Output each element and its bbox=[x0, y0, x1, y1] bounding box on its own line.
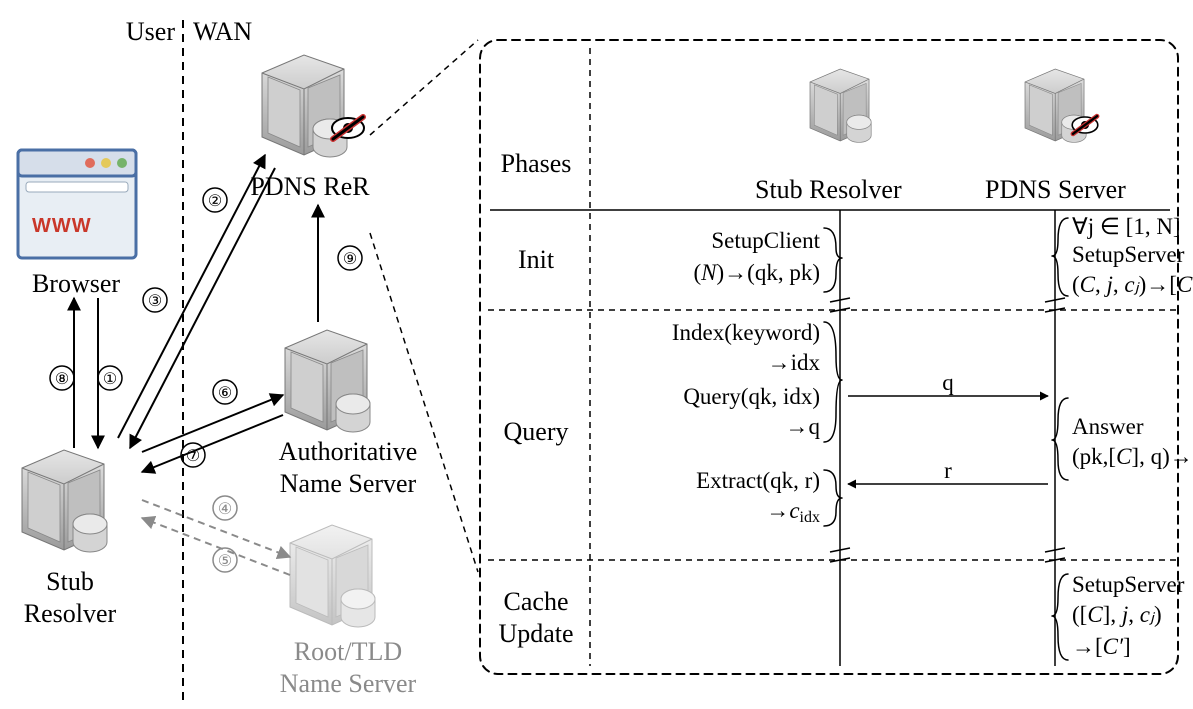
zoom-line-bottom bbox=[370, 233, 478, 572]
ans-l2: (pk,[C], q)→r bbox=[1072, 444, 1193, 469]
q5: Extract(qk, r) bbox=[696, 468, 820, 493]
cache-l1: SetupServer bbox=[1072, 572, 1185, 597]
q2: →idx bbox=[768, 350, 821, 375]
step-4: ④ bbox=[218, 501, 232, 518]
root-label1: Root/TLD bbox=[294, 637, 402, 666]
ans-l1: Answer bbox=[1072, 414, 1144, 439]
hdr-stub-icon bbox=[810, 69, 871, 142]
auth-server-icon bbox=[285, 330, 370, 432]
label-r: r bbox=[944, 458, 952, 483]
arrow-5 bbox=[142, 518, 290, 575]
region-wan-label: WAN bbox=[193, 17, 252, 46]
root-server-icon bbox=[290, 525, 375, 627]
step-3: ③ bbox=[148, 293, 162, 310]
phase-cache1: Cache bbox=[504, 587, 569, 616]
init-server-l0: ∀j ∈ [1, N] bbox=[1072, 214, 1181, 239]
phase-cache2: Update bbox=[498, 619, 573, 648]
hdr-pdns-eye-icon bbox=[1072, 116, 1098, 134]
root-label2: Name Server bbox=[280, 669, 417, 698]
zoom-line-top bbox=[370, 40, 478, 135]
hdr-pdns: PDNS Server bbox=[985, 175, 1126, 204]
region-user-label: User bbox=[126, 17, 175, 46]
label-q: q bbox=[942, 370, 954, 395]
init-client-l1: SetupClient bbox=[711, 228, 820, 253]
step-8: ⑧ bbox=[55, 371, 69, 388]
browser-www: WWW bbox=[32, 215, 92, 237]
step-7: ⑦ bbox=[186, 448, 200, 465]
stub-resolver-icon bbox=[22, 450, 107, 552]
cache-l3: →[C′] bbox=[1072, 634, 1131, 659]
step-5: ⑤ bbox=[218, 553, 232, 570]
cache-l2: ([C], j, cⱼ) bbox=[1072, 602, 1162, 627]
step-6: ⑥ bbox=[218, 385, 232, 402]
q4: →q bbox=[786, 414, 821, 439]
browser-node: WWW bbox=[18, 150, 136, 258]
phase-query: Query bbox=[504, 417, 569, 446]
browser-label: Browser bbox=[32, 269, 120, 298]
pdns-label: PDNS ReR bbox=[250, 172, 370, 201]
auth-label2: Name Server bbox=[280, 469, 417, 498]
init-server-l1: SetupServer bbox=[1072, 242, 1185, 267]
stub-label1: Stub bbox=[46, 567, 94, 596]
arrow-4 bbox=[142, 500, 290, 557]
step-9: ⑨ bbox=[343, 251, 357, 268]
hdr-phases: Phases bbox=[501, 149, 572, 178]
hdr-stub: Stub Resolver bbox=[755, 175, 902, 204]
q1: Index(keyword) bbox=[672, 320, 820, 345]
init-server-l2: (C, j, cⱼ)→[C′] bbox=[1072, 272, 1193, 297]
auth-label1: Authoritative bbox=[279, 437, 418, 466]
q3: Query(qk, idx) bbox=[683, 384, 820, 409]
step-1: ① bbox=[103, 371, 117, 388]
init-client-l2: (N)→(qk, pk) bbox=[694, 260, 821, 285]
step-2: ② bbox=[208, 193, 222, 210]
pdns-eye-icon bbox=[332, 117, 364, 139]
arrow-2 bbox=[118, 155, 265, 438]
stub-label2: Resolver bbox=[24, 599, 117, 628]
phase-init: Init bbox=[518, 245, 555, 274]
q6: →cidx bbox=[766, 498, 820, 526]
